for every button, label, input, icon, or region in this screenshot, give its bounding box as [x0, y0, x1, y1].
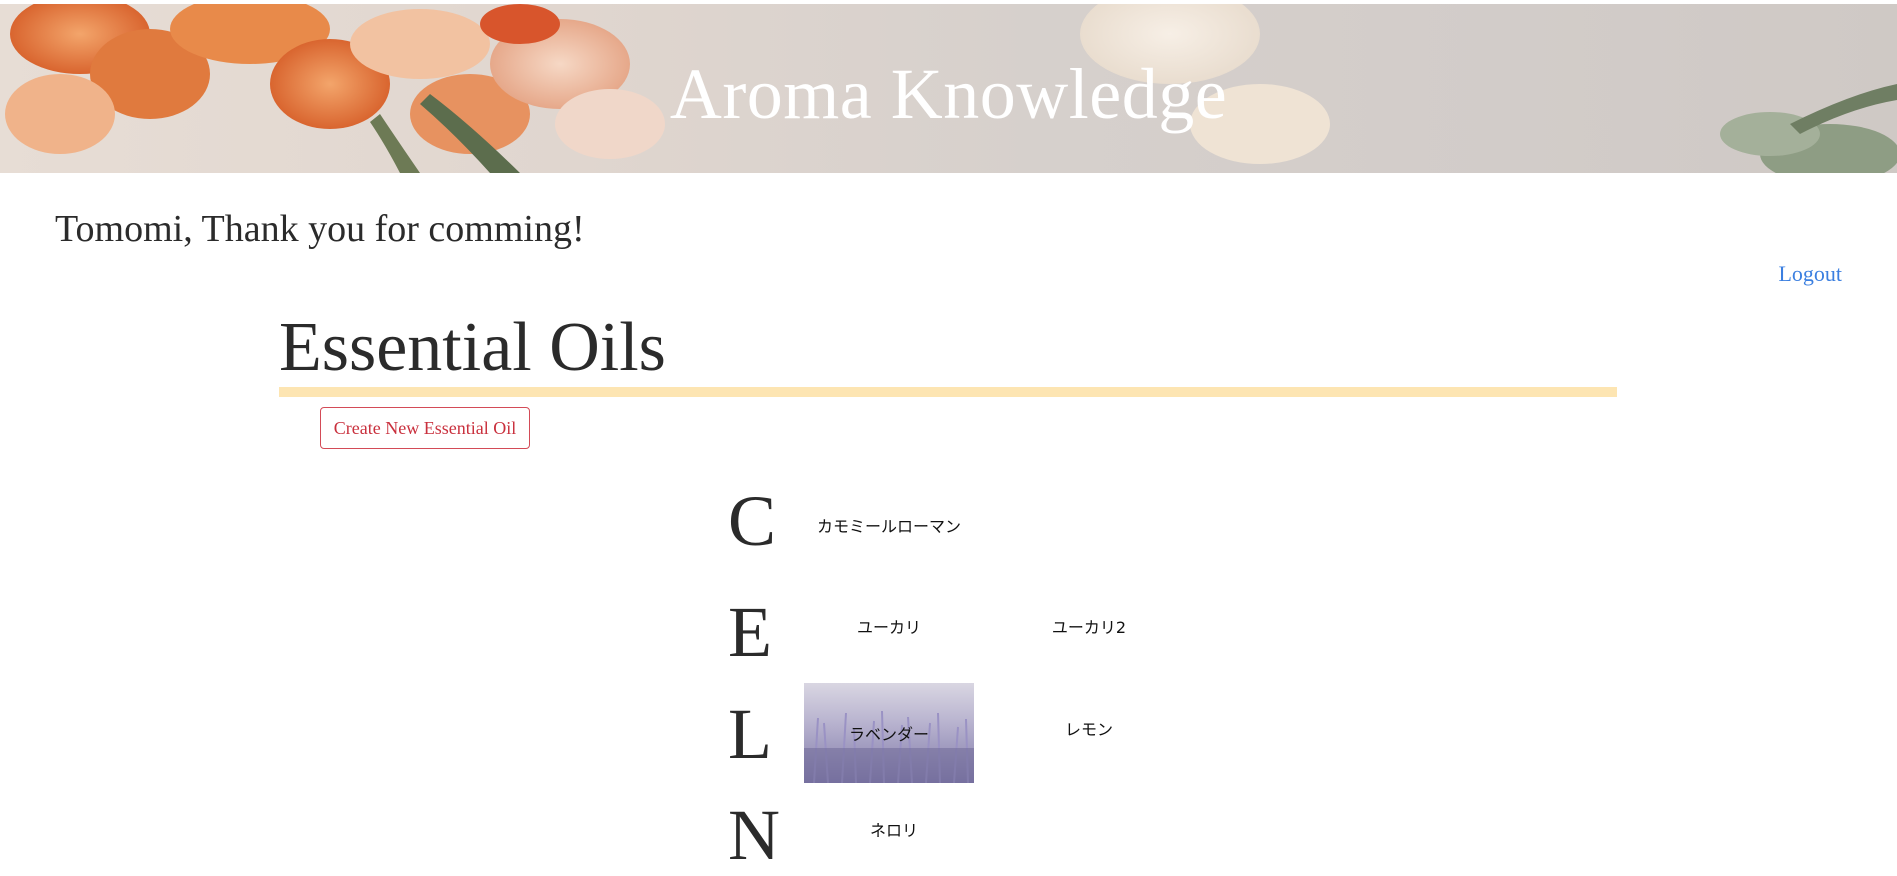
header-banner: Aroma Knowledge: [0, 4, 1897, 173]
oil-item[interactable]: レモン: [1004, 678, 1174, 778]
oil-item[interactable]: ネロリ: [809, 779, 979, 876]
page: Aroma Knowledge Tomomi, Thank you for co…: [0, 0, 1897, 876]
create-new-oil-button[interactable]: Create New Essential Oil: [320, 407, 530, 449]
group-letter-e: E: [728, 592, 772, 672]
oil-name: レモン: [1064, 720, 1113, 739]
logout-link[interactable]: Logout: [1778, 261, 1842, 287]
oil-name: ユーカリ2: [1051, 618, 1127, 637]
oil-name: カモミールローマン: [816, 517, 961, 536]
group-letter-c: C: [728, 481, 777, 561]
page-title: Essential Oils: [279, 309, 666, 386]
oil-item[interactable]: ラベンダー: [804, 683, 974, 783]
oil-name: ネロリ: [869, 821, 918, 840]
oil-item[interactable]: ユーカリ: [804, 576, 974, 676]
oil-name: ラベンダー: [848, 725, 929, 744]
group-letter-n: N: [728, 795, 780, 875]
oil-name: ユーカリ: [856, 618, 921, 637]
oil-item[interactable]: ユーカリ2: [1004, 576, 1174, 676]
oil-item[interactable]: カモミールローマン: [804, 475, 974, 575]
site-title: Aroma Knowledge: [669, 54, 1228, 134]
title-divider: [279, 387, 1617, 397]
group-letter-l: L: [728, 694, 772, 774]
welcome-message: Tomomi, Thank you for comming!: [55, 208, 585, 250]
